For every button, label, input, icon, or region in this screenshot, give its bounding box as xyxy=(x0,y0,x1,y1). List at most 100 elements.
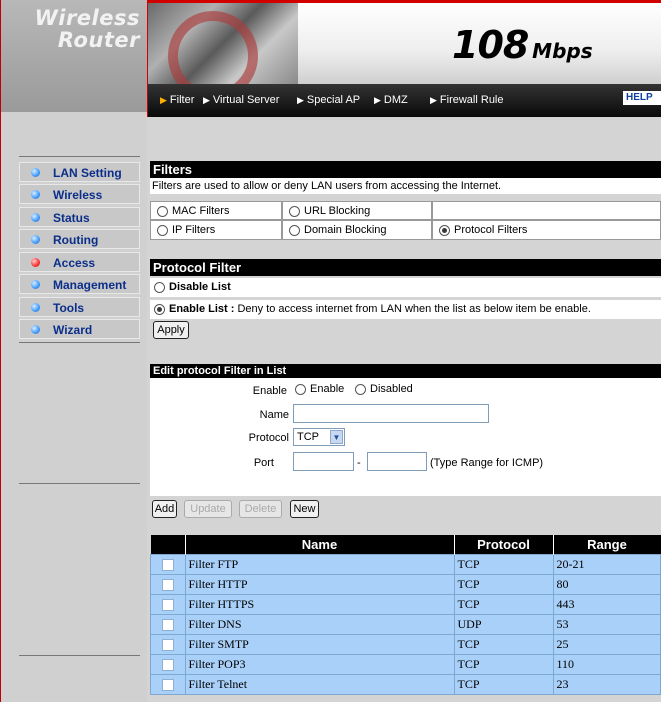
new-button[interactable]: New xyxy=(290,500,319,518)
option-label: Disable List xyxy=(169,281,231,293)
nav-virtual-server[interactable]: ▶ Virtual Server xyxy=(203,94,279,106)
speed-logo: 108 Mbps xyxy=(452,23,593,67)
sidebar-item-lan-setting[interactable]: LAN Setting xyxy=(19,162,140,182)
sidebar-item-label: Tools xyxy=(53,301,85,315)
row-checkbox[interactable] xyxy=(161,639,174,652)
nav-dmz[interactable]: ▶ DMZ xyxy=(374,94,408,106)
arrow-right-icon: ▶ xyxy=(430,95,437,105)
radio-button[interactable] xyxy=(157,205,168,217)
nav-filter[interactable]: ▶ Filter xyxy=(160,94,194,106)
cell-range: 110 xyxy=(552,654,661,675)
port-to-input[interactable] xyxy=(367,452,427,471)
sidebar-item-label: Access xyxy=(53,256,96,270)
option-label: Disabled xyxy=(370,383,413,395)
sidebar-item-management[interactable]: Management xyxy=(19,274,140,294)
sidebar-item-wireless[interactable]: Wireless xyxy=(19,184,140,204)
divider xyxy=(19,156,140,157)
row-checkbox[interactable] xyxy=(161,599,174,612)
cell-protocol: UDP xyxy=(453,614,554,635)
row-checkbox[interactable] xyxy=(161,619,174,632)
sidebar-item-label: Wizard xyxy=(53,323,93,337)
sidebar-item-access[interactable]: Access xyxy=(19,252,140,272)
apply-button[interactable]: Apply xyxy=(153,321,189,339)
checkbox-cell xyxy=(150,634,186,655)
cell-protocol: TCP xyxy=(453,574,554,595)
cell-range: 23 xyxy=(552,674,661,695)
ip-filters-option[interactable]: IP Filters xyxy=(150,220,282,240)
radio-button[interactable] xyxy=(289,205,300,217)
bullet-icon xyxy=(31,303,40,312)
cell-protocol: TCP xyxy=(453,634,554,655)
row-checkbox[interactable] xyxy=(161,659,174,672)
option-label: Enable xyxy=(310,383,345,395)
radio-button[interactable] xyxy=(154,303,165,315)
table-row: Filter HTTPS TCP 443 xyxy=(150,594,661,615)
cell-protocol: TCP xyxy=(453,554,554,575)
cell-protocol: TCP xyxy=(453,674,554,695)
arrow-right-icon: ▶ xyxy=(160,95,167,105)
table-row: Filter DNS UDP 53 xyxy=(150,614,661,635)
row-checkbox[interactable] xyxy=(161,579,174,592)
radio-button[interactable] xyxy=(157,224,168,236)
port-label: Port xyxy=(253,457,274,469)
sidebar-item-wizard[interactable]: Wizard xyxy=(19,319,140,339)
banner-image xyxy=(148,3,298,84)
add-button[interactable]: Add xyxy=(152,500,177,518)
mac-filters-option[interactable]: MAC Filters xyxy=(150,201,282,220)
port-from-input[interactable] xyxy=(293,452,354,471)
radio-button[interactable] xyxy=(154,281,165,293)
cell-protocol: TCP xyxy=(453,654,554,675)
protocol-filters-option[interactable]: Protocol Filters xyxy=(432,220,661,240)
name-input[interactable] xyxy=(293,404,489,423)
bullet-icon xyxy=(31,190,40,199)
enable-option[interactable]: Enable xyxy=(295,383,344,395)
sidebar-item-status[interactable]: Status xyxy=(19,207,140,227)
speed-unit: Mbps xyxy=(532,39,593,63)
radio-button[interactable] xyxy=(439,224,450,236)
main-content: Filters Filters are used to allow or den… xyxy=(147,117,661,702)
bullet-icon xyxy=(31,280,40,289)
radio-button[interactable] xyxy=(355,383,366,395)
sidebar-item-label: Management xyxy=(53,278,127,292)
option-label: Enable List : xyxy=(169,303,235,315)
cell-range: 443 xyxy=(552,594,661,615)
logo-line-1: Wireless xyxy=(34,6,140,30)
sidebar-item-tools[interactable]: Tools xyxy=(19,297,140,317)
disabled-option[interactable]: Disabled xyxy=(355,383,413,395)
row-checkbox[interactable] xyxy=(161,559,174,572)
help-button[interactable]: HELP xyxy=(623,91,661,105)
enable-list-option[interactable]: Enable List : Deny to access internet fr… xyxy=(150,300,661,319)
arrow-right-icon: ▶ xyxy=(203,95,210,105)
bullet-icon xyxy=(31,213,40,222)
help-label: HELP xyxy=(626,92,653,103)
sidebar-item-routing[interactable]: Routing xyxy=(19,229,140,249)
cell-name: Filter FTP xyxy=(184,554,455,575)
sidebar-item-label: Status xyxy=(53,211,90,225)
nav-special-ap[interactable]: ▶ Special AP xyxy=(297,94,360,106)
checkbox-cell xyxy=(150,674,186,695)
column-header-name: Name xyxy=(185,535,455,555)
cell-name: Filter Telnet xyxy=(184,674,455,695)
column-header-range: Range xyxy=(553,535,661,555)
nav-firewall-rule[interactable]: ▶ Firewall Rule xyxy=(430,94,504,106)
radio-button[interactable] xyxy=(295,383,306,395)
domain-blocking-option[interactable]: Domain Blocking xyxy=(282,220,432,240)
url-blocking-option[interactable]: URL Blocking xyxy=(282,201,432,220)
disable-list-option[interactable]: Disable List xyxy=(150,278,661,297)
filters-title: Filters xyxy=(150,161,661,178)
update-button[interactable]: Update xyxy=(184,500,232,518)
divider xyxy=(19,342,140,343)
protocol-select[interactable]: TCP ▼ xyxy=(293,428,345,446)
delete-button[interactable]: Delete xyxy=(239,500,282,518)
protocol-label: Protocol xyxy=(248,432,289,444)
edit-section-title: Edit protocol Filter in List xyxy=(150,364,661,378)
header-banner: 108 Mbps xyxy=(147,0,661,84)
top-nav: ▶ Filter ▶ Virtual Server ▶ Special AP ▶ DMZ… xyxy=(147,84,661,117)
table-row: Filter HTTP TCP 80 xyxy=(150,574,661,595)
option-label: URL Blocking xyxy=(304,205,371,217)
checkbox-cell xyxy=(150,654,186,675)
radio-button[interactable] xyxy=(289,224,300,236)
nav-label: Virtual Server xyxy=(212,94,280,106)
empty-cell xyxy=(432,201,661,220)
row-checkbox[interactable] xyxy=(161,679,174,692)
